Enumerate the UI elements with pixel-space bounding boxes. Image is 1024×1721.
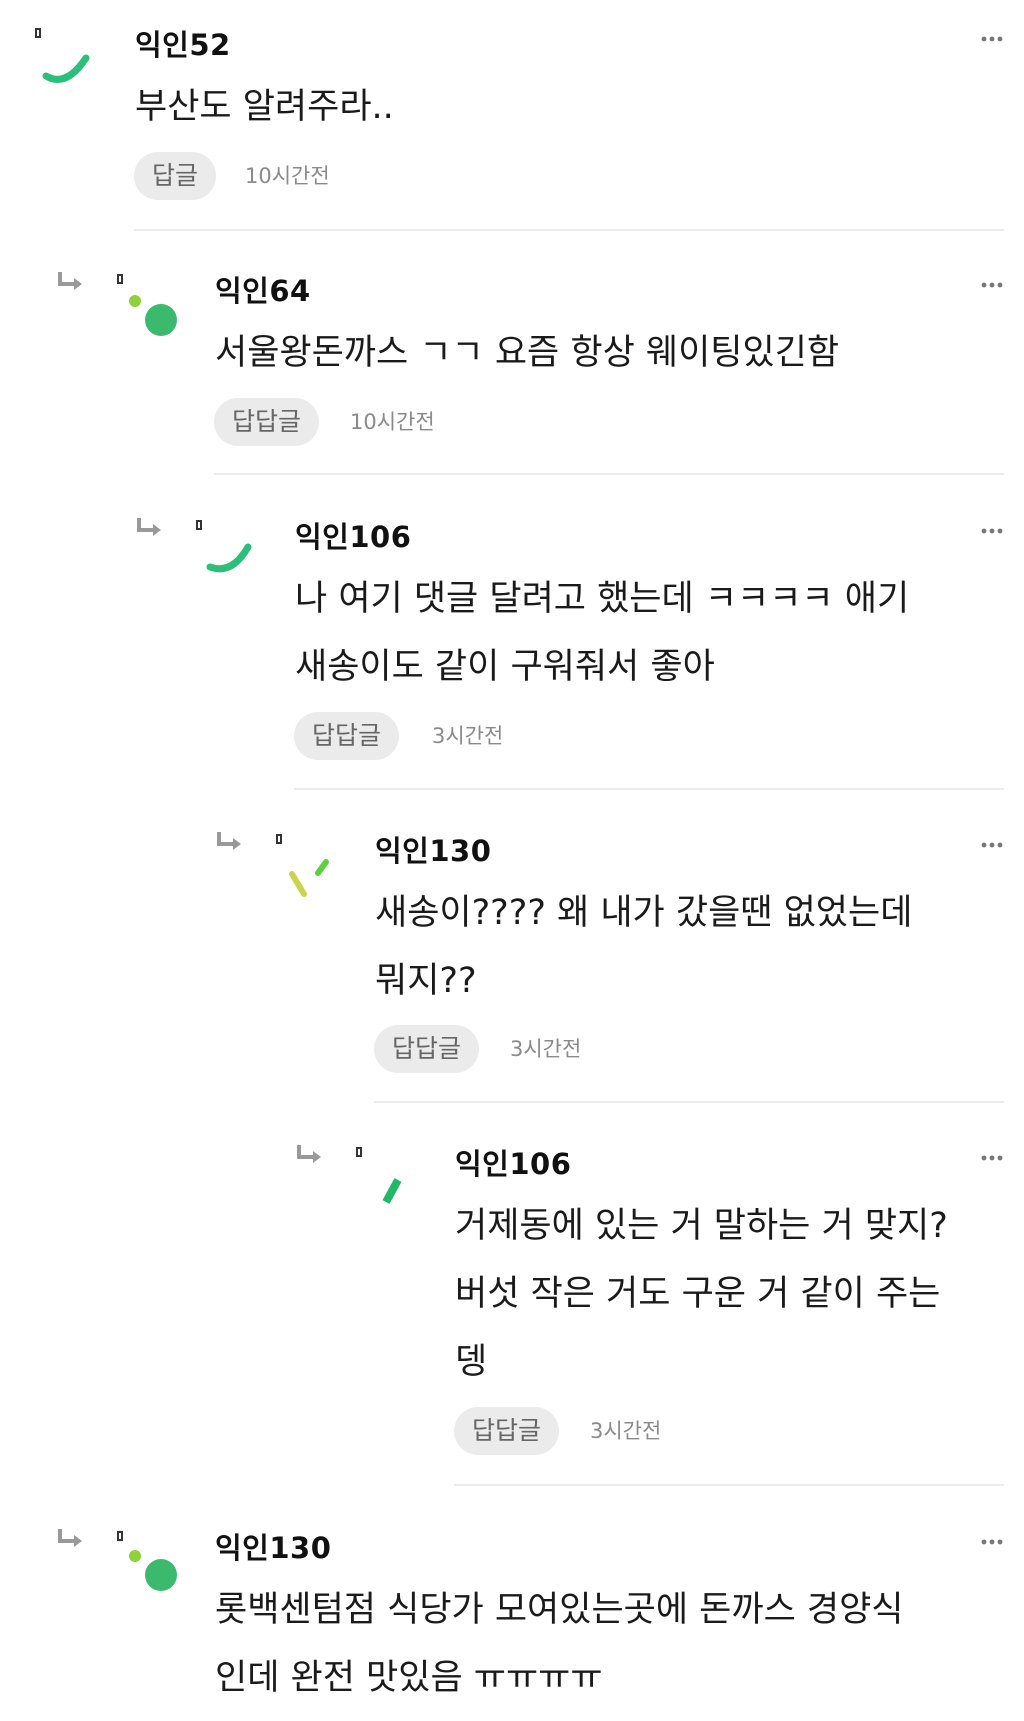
- comment-text-line: 뎅: [455, 1342, 488, 1382]
- reply-arrow-icon: [58, 272, 82, 290]
- reply-arrow-icon: [297, 1145, 321, 1163]
- comment-time: 10시간전: [350, 410, 435, 434]
- comment-author[interactable]: 익인52: [135, 22, 231, 64]
- more-dots-icon[interactable]: [980, 280, 1004, 290]
- avatar[interactable]: [360, 1150, 430, 1220]
- comment-time: 3시간전: [432, 724, 504, 748]
- comment-author[interactable]: 익인106: [455, 1141, 571, 1183]
- reply-button[interactable]: 답글: [134, 152, 217, 200]
- reply-button[interactable]: 답답글: [454, 1407, 560, 1455]
- divider: [374, 1101, 1004, 1103]
- pin-marker-icon: [35, 28, 41, 38]
- reply-arrow-icon: [137, 518, 161, 536]
- comment-text: 부산도 알려주라..: [135, 87, 394, 127]
- comment-time: 3시간전: [510, 1037, 582, 1061]
- comment-text-line: 나 여기 댓글 달려고 했는데 ㅋㅋㅋㅋ 애기: [295, 579, 910, 619]
- pin-marker-icon: [117, 274, 123, 284]
- comment-author[interactable]: 익인130: [375, 828, 491, 870]
- reply-button[interactable]: 답답글: [294, 712, 400, 760]
- divider: [214, 473, 1004, 475]
- divider: [454, 1484, 1004, 1486]
- avatar[interactable]: [40, 40, 110, 110]
- divider: [294, 788, 1004, 790]
- comment-text-line: 새송이도 같이 구워줘서 좋아: [295, 647, 715, 687]
- more-dots-icon[interactable]: [980, 1537, 1004, 1547]
- comment-author[interactable]: 익인64: [215, 268, 311, 310]
- divider: [134, 229, 1004, 231]
- comment-text-line: 인데 완전 맛있음 ㅠㅠㅠㅠ: [215, 1658, 603, 1698]
- comment-text: 서울왕돈까스 ㄱㄱ 요즘 항상 웨이팅있긴함: [215, 333, 840, 373]
- comment-text-line: 뭐지??: [375, 961, 477, 1001]
- more-dots-icon[interactable]: [980, 34, 1004, 44]
- avatar[interactable]: [200, 525, 270, 595]
- comment-author[interactable]: 익인106: [295, 514, 411, 556]
- comment-text-line: 거제동에 있는 거 말하는 거 맞지?: [455, 1206, 948, 1246]
- comment-author[interactable]: 익인130: [215, 1525, 331, 1567]
- more-dots-icon[interactable]: [980, 840, 1004, 850]
- reply-arrow-icon: [217, 832, 241, 850]
- more-dots-icon[interactable]: [980, 526, 1004, 536]
- comment-time: 10시간전: [245, 164, 330, 188]
- comment-time: 3시간전: [590, 1419, 662, 1443]
- comment-text-line: 버섯 작은 거도 구운 거 같이 주는: [455, 1274, 941, 1314]
- avatar[interactable]: [120, 1540, 190, 1610]
- reply-arrow-icon: [58, 1529, 82, 1547]
- more-dots-icon[interactable]: [980, 1153, 1004, 1163]
- reply-button[interactable]: 답답글: [214, 398, 320, 446]
- reply-button[interactable]: 답답글: [374, 1025, 480, 1073]
- avatar[interactable]: [280, 838, 350, 908]
- comment-text-line: 롯백센텀점 식당가 모여있는곳에 돈까스 경양식: [215, 1590, 904, 1630]
- avatar[interactable]: [120, 285, 190, 355]
- comment-text-line: 새송이???? 왜 내가 갔을땐 없었는데: [375, 893, 913, 933]
